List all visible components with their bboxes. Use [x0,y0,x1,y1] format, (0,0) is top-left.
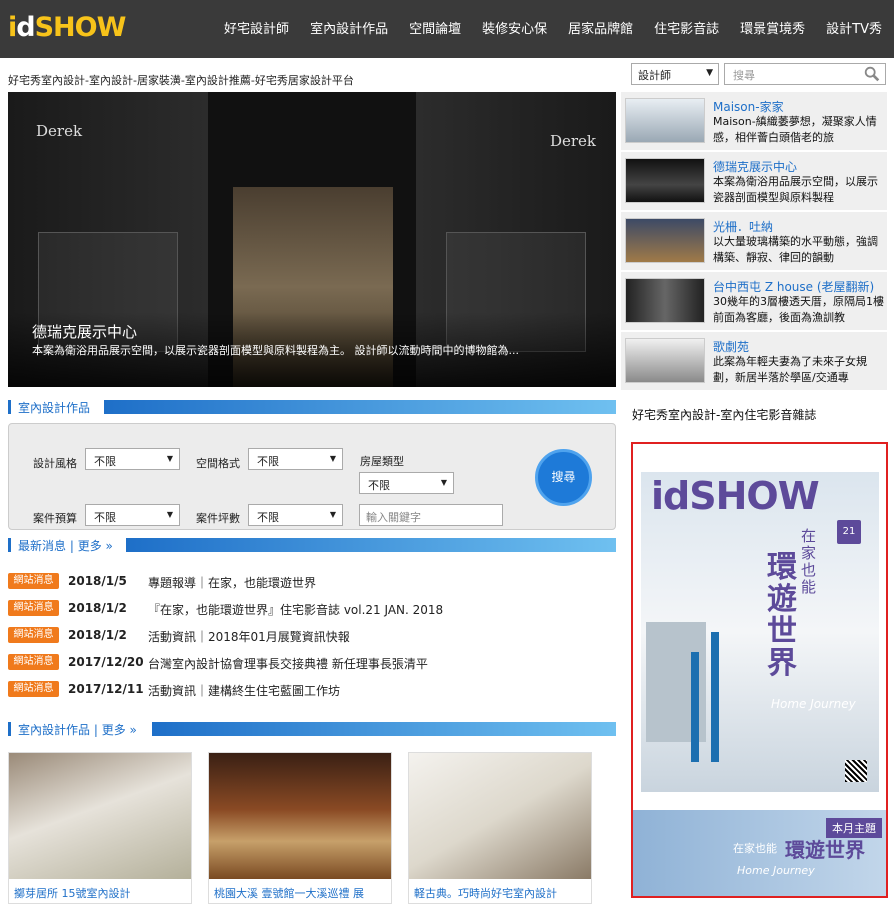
design-filter-panel: 設計風格 不限 ▼ 空間格式 不限 ▼ 房屋類型 不限 ▼ 案件預算 不限 ▼ 案件坪數… [8,423,616,530]
work-card-image[interactable] [209,753,391,879]
space-select[interactable]: 不限 ▼ [248,448,343,470]
house-type-select[interactable]: 不限 ▼ [359,472,454,494]
work-card[interactable]: 桃園大溪 壹號館一大溪巡禮 展 [208,752,392,904]
news-item[interactable]: 網站消息 2017/12/11 活動資訊｜建構終生住宅藍圖工作坊 [8,680,616,700]
news-tag: 網站消息 [8,681,59,697]
side-thumb [625,218,705,263]
magazine-cover[interactable]: idSHOW 21 在家也能 環遊世界 Home Journey [641,472,879,792]
hero-brand-right: Derek [549,132,596,150]
chevron-down-icon: ▼ [166,454,173,463]
news-item[interactable]: 網站消息 2018/1/2 活動資訊｜2018年01月展覽資訊快報 [8,626,616,646]
nav-item-safe[interactable]: 裝修安心保 [482,18,547,37]
site-logo[interactable]: idSHOW [8,12,126,43]
news-tag: 網站消息 [8,654,59,670]
search-category-select[interactable]: 設計師 ▼ [631,63,719,85]
nav-item-video[interactable]: 住宅影音誌 [654,18,719,37]
news-item[interactable]: 網站消息 2018/1/2 『在家，也能環遊世界』住宅影音誌 vol.21 JAN.… [8,599,616,619]
chevron-down-icon: ▼ [440,478,447,487]
chevron-down-icon: ▼ [329,510,336,519]
nav-item-designers[interactable]: 好宅設計師 [224,18,289,37]
magazine-box[interactable]: idSHOW 21 在家也能 環遊世界 Home Journey 本月主題 在家… [631,442,888,898]
nav-item-works[interactable]: 室內設計作品 [310,18,388,37]
news-tag: 網站消息 [8,627,59,643]
nav-item-tv[interactable]: 設計TV秀 [826,18,882,37]
area-select[interactable]: 不限 ▼ [248,504,343,526]
hero-title[interactable]: 德瑞克展示中心 [32,321,137,342]
hero-slide[interactable]: Derek Derek 德瑞克展示中心 本案為衛浴用品展示空間，以展示瓷器剖面模… [8,92,616,387]
cover-headline: 環遊世界 [767,550,797,681]
nav-item-360[interactable]: 環景賞境秀 [740,18,805,37]
issue-badge: 21 [837,520,861,544]
nav-item-forum[interactable]: 空間論壇 [409,18,461,37]
side-thumb [625,278,705,323]
news-tag: 網站消息 [8,573,59,589]
hero-desc: 本案為衛浴用品展示空間，以展示瓷器剖面模型與原料製程為主。 設計師以流動時間中的… [32,344,519,357]
side-item[interactable]: 光柵．吐納 以大量玻璃構築的水平動態，強調構築、靜寂、律回的韻動 [621,212,887,270]
side-item[interactable]: 台中西屯 Z house (老屋翻新) 30幾年的3層樓透天厝，原隔局1樓前面為… [621,272,887,330]
work-card[interactable]: 擲芽居所 15號室內設計 [8,752,192,904]
work-card-image[interactable] [409,753,591,879]
monthly-theme-banner[interactable]: 本月主題 在家也能 環遊世界 Home Journey [633,810,886,896]
side-thumb [625,158,705,203]
section-works-header: 室內設計作品 [8,398,616,416]
side-item[interactable]: 德瑞克展示中心 本案為衛浴用品展示空間，以展示瓷器剖面模型與原料製程 [621,152,887,210]
filter-search-button[interactable]: 搜尋 [535,449,592,506]
breadcrumb: 好宅秀室內設計-室內設計-居家裝潢-室內設計推薦-好宅秀居家設計平台 [8,74,354,87]
news-item[interactable]: 網站消息 2018/1/5 專題報導｜在家，也能環遊世界 [8,572,616,592]
keyword-input[interactable]: 輸入關鍵字 [359,504,503,526]
nav-item-brands[interactable]: 居家品牌館 [568,18,633,37]
side-item[interactable]: 歌劇苑 此案為年輕夫妻為了未來子女規劃，新居半落於學區/交通專 [621,332,887,390]
qr-code-icon [845,760,867,782]
work-card-image[interactable] [9,753,191,879]
search-input[interactable]: 搜尋 [724,63,886,85]
main-nav: 好宅設計師 室內設計作品 空間論壇 裝修安心保 居家品牌館 住宅影音誌 環景賞境… [203,18,882,37]
chevron-down-icon: ▼ [329,454,336,463]
chevron-down-icon: ▼ [166,510,173,519]
side-thumb [625,98,705,143]
hero-brand-left: Derek [36,122,83,140]
section-works2-header: 室內設計作品 | 更多 » [8,720,616,738]
side-item[interactable]: Maison-家家 Maison-縝織萎夢想，凝聚家人情感，相伴薈白頭偕老的旅 [621,92,887,150]
section-news-header: 最新消息 | 更多 » [8,536,616,554]
search-icon[interactable] [863,65,881,83]
style-select[interactable]: 不限 ▼ [85,448,180,470]
chevron-down-icon: ▼ [706,68,713,78]
news-more-link[interactable]: 更多 » [78,539,113,553]
top-navbar: idSHOW 好宅設計師 室內設計作品 空間論壇 裝修安心保 居家品牌館 住宅影… [0,0,894,58]
side-thumb [625,338,705,383]
works-more-link[interactable]: 更多 » [102,723,137,737]
news-tag: 網站消息 [8,600,59,616]
work-card[interactable]: 軽古典。巧時尚好宅室內設計 [408,752,592,904]
magazine-logo: idSHOW [651,474,820,518]
budget-select[interactable]: 不限 ▼ [85,504,180,526]
magazine-title: 好宅秀室內設計-室內住宅影音雜誌 [632,408,817,422]
news-item[interactable]: 網站消息 2017/12/20 台灣室內設計協會理事長交接典禮 新任理事長張清平 [8,653,616,673]
